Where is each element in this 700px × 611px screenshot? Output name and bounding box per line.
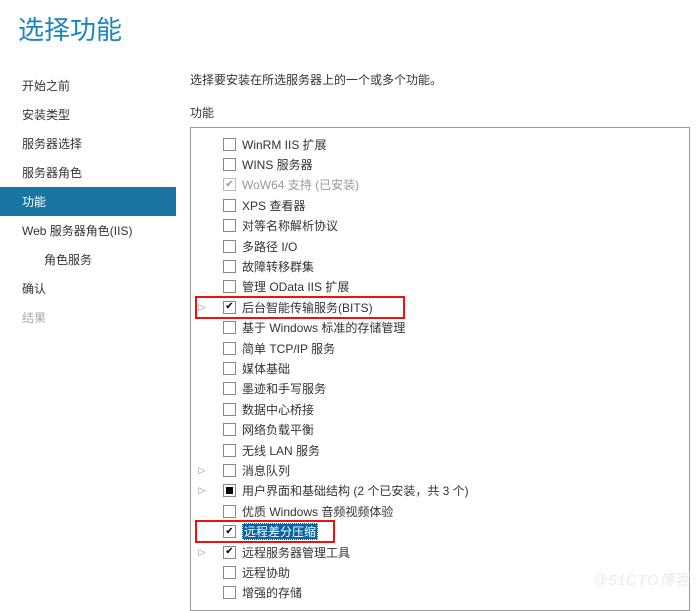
instruction-text: 选择要安装在所选服务器上的一个或多个功能。 [190, 71, 690, 88]
sidebar-item[interactable]: 角色服务 [0, 245, 176, 274]
feature-label[interactable]: WoW64 支持 (已安装) [242, 176, 359, 193]
feature-checkbox[interactable] [223, 280, 236, 293]
feature-label[interactable]: 多路径 I/O [242, 238, 297, 255]
page-title: 选择功能 [0, 0, 700, 65]
feature-label[interactable]: 无线 LAN 服务 [242, 442, 320, 459]
feature-checkbox[interactable] [223, 240, 236, 253]
feature-checkbox[interactable] [223, 138, 236, 151]
feature-label[interactable]: 故障转移群集 [242, 258, 314, 275]
feature-label[interactable]: XPS 查看器 [242, 197, 305, 214]
feature-checkbox[interactable] [223, 464, 236, 477]
feature-checkbox[interactable] [223, 444, 236, 457]
feature-label[interactable]: 远程协助 [242, 564, 290, 581]
feature-row[interactable]: 网络负载平衡 [195, 419, 685, 439]
feature-label[interactable]: 远程差分压缩 [242, 523, 318, 540]
sidebar-item: 结果 [0, 303, 176, 332]
feature-checkbox[interactable] [223, 342, 236, 355]
feature-label[interactable]: 对等名称解析协议 [242, 217, 338, 234]
feature-checkbox[interactable] [223, 199, 236, 212]
feature-checkbox[interactable] [223, 484, 236, 497]
feature-checkbox[interactable] [223, 403, 236, 416]
feature-row[interactable]: ▷ 消息队列 [195, 460, 685, 480]
sidebar-item[interactable]: Web 服务器角色(IIS) [0, 216, 176, 245]
feature-checkbox[interactable] [223, 525, 236, 538]
feature-label[interactable]: 基于 Windows 标准的存储管理 [242, 319, 405, 336]
feature-row[interactable]: 数据中心桥接 [195, 399, 685, 419]
sidebar-item[interactable]: 开始之前 [0, 71, 176, 100]
sidebar-item[interactable]: 功能 [0, 187, 176, 216]
feature-checkbox[interactable] [223, 382, 236, 395]
feature-row[interactable]: XPS 查看器 [195, 195, 685, 215]
expand-icon[interactable]: ▷ [195, 302, 209, 313]
feature-label[interactable]: 墨迹和手写服务 [242, 380, 326, 397]
features-label: 功能 [190, 104, 690, 121]
feature-label[interactable]: 数据中心桥接 [242, 401, 314, 418]
feature-label[interactable]: WINS 服务器 [242, 156, 313, 173]
expand-icon[interactable]: ▷ [195, 485, 209, 496]
feature-label[interactable]: 优质 Windows 音频视频体验 [242, 503, 393, 520]
feature-row[interactable]: 管理 OData IIS 扩展 [195, 277, 685, 297]
feature-checkbox [223, 178, 236, 191]
expand-icon[interactable]: ▷ [195, 547, 209, 558]
sidebar-item[interactable]: 服务器角色 [0, 158, 176, 187]
wizard-sidebar: 开始之前安装类型服务器选择服务器角色功能Web 服务器角色(IIS)角色服务确认… [0, 65, 176, 601]
feature-checkbox[interactable] [223, 260, 236, 273]
feature-checkbox[interactable] [223, 566, 236, 579]
feature-checkbox[interactable] [223, 321, 236, 334]
feature-checkbox[interactable] [223, 546, 236, 559]
feature-checkbox[interactable] [223, 362, 236, 375]
feature-row[interactable]: ▷ 用户界面和基础结构 (2 个已安装，共 3 个) [195, 481, 685, 501]
feature-row[interactable]: WINS 服务器 [195, 154, 685, 174]
feature-checkbox[interactable] [223, 158, 236, 171]
feature-row[interactable]: ▷ 远程服务器管理工具 [195, 542, 685, 562]
feature-row[interactable]: 简单 TCP/IP 服务 [195, 338, 685, 358]
watermark: @51CTO博客 [593, 569, 690, 590]
feature-label[interactable]: 远程服务器管理工具 [242, 544, 350, 561]
feature-label[interactable]: 媒体基础 [242, 360, 290, 377]
feature-label[interactable]: 简单 TCP/IP 服务 [242, 340, 335, 357]
sidebar-item[interactable]: 安装类型 [0, 100, 176, 129]
feature-row[interactable]: 多路径 I/O [195, 236, 685, 256]
feature-row[interactable]: WinRM IIS 扩展 [195, 134, 685, 154]
feature-label[interactable]: 管理 OData IIS 扩展 [242, 278, 349, 295]
features-tree[interactable]: WinRM IIS 扩展 WINS 服务器 WoW64 支持 (已安装) XPS 查看… [190, 127, 690, 611]
feature-row[interactable]: 优质 Windows 音频视频体验 [195, 501, 685, 521]
main-layout: 开始之前安装类型服务器选择服务器角色功能Web 服务器角色(IIS)角色服务确认… [0, 65, 700, 601]
feature-row[interactable]: 媒体基础 [195, 358, 685, 378]
feature-row[interactable]: 基于 Windows 标准的存储管理 [195, 318, 685, 338]
feature-label[interactable]: 后台智能传输服务(BITS) [242, 299, 373, 316]
expand-icon[interactable]: ▷ [195, 465, 209, 476]
feature-label[interactable]: 消息队列 [242, 462, 290, 479]
feature-row[interactable]: 远程差分压缩 [195, 521, 685, 541]
feature-row[interactable]: 对等名称解析协议 [195, 216, 685, 236]
feature-row[interactable]: 故障转移群集 [195, 256, 685, 276]
feature-label[interactable]: WinRM IIS 扩展 [242, 136, 327, 153]
feature-row[interactable]: WoW64 支持 (已安装) [195, 175, 685, 195]
feature-checkbox[interactable] [223, 586, 236, 599]
feature-checkbox[interactable] [223, 301, 236, 314]
feature-checkbox[interactable] [223, 219, 236, 232]
sidebar-item[interactable]: 确认 [0, 274, 176, 303]
content-panel: 选择要安装在所选服务器上的一个或多个功能。 功能 WinRM IIS 扩展 WIN… [176, 65, 700, 601]
feature-label[interactable]: 网络负载平衡 [242, 421, 314, 438]
feature-checkbox[interactable] [223, 423, 236, 436]
feature-label[interactable]: 用户界面和基础结构 (2 个已安装，共 3 个) [242, 482, 469, 499]
feature-label[interactable]: 增强的存储 [242, 584, 302, 601]
feature-row[interactable]: 墨迹和手写服务 [195, 379, 685, 399]
feature-checkbox[interactable] [223, 505, 236, 518]
sidebar-item[interactable]: 服务器选择 [0, 129, 176, 158]
feature-row[interactable]: 无线 LAN 服务 [195, 440, 685, 460]
feature-row[interactable]: ▷ 后台智能传输服务(BITS) [195, 297, 685, 317]
